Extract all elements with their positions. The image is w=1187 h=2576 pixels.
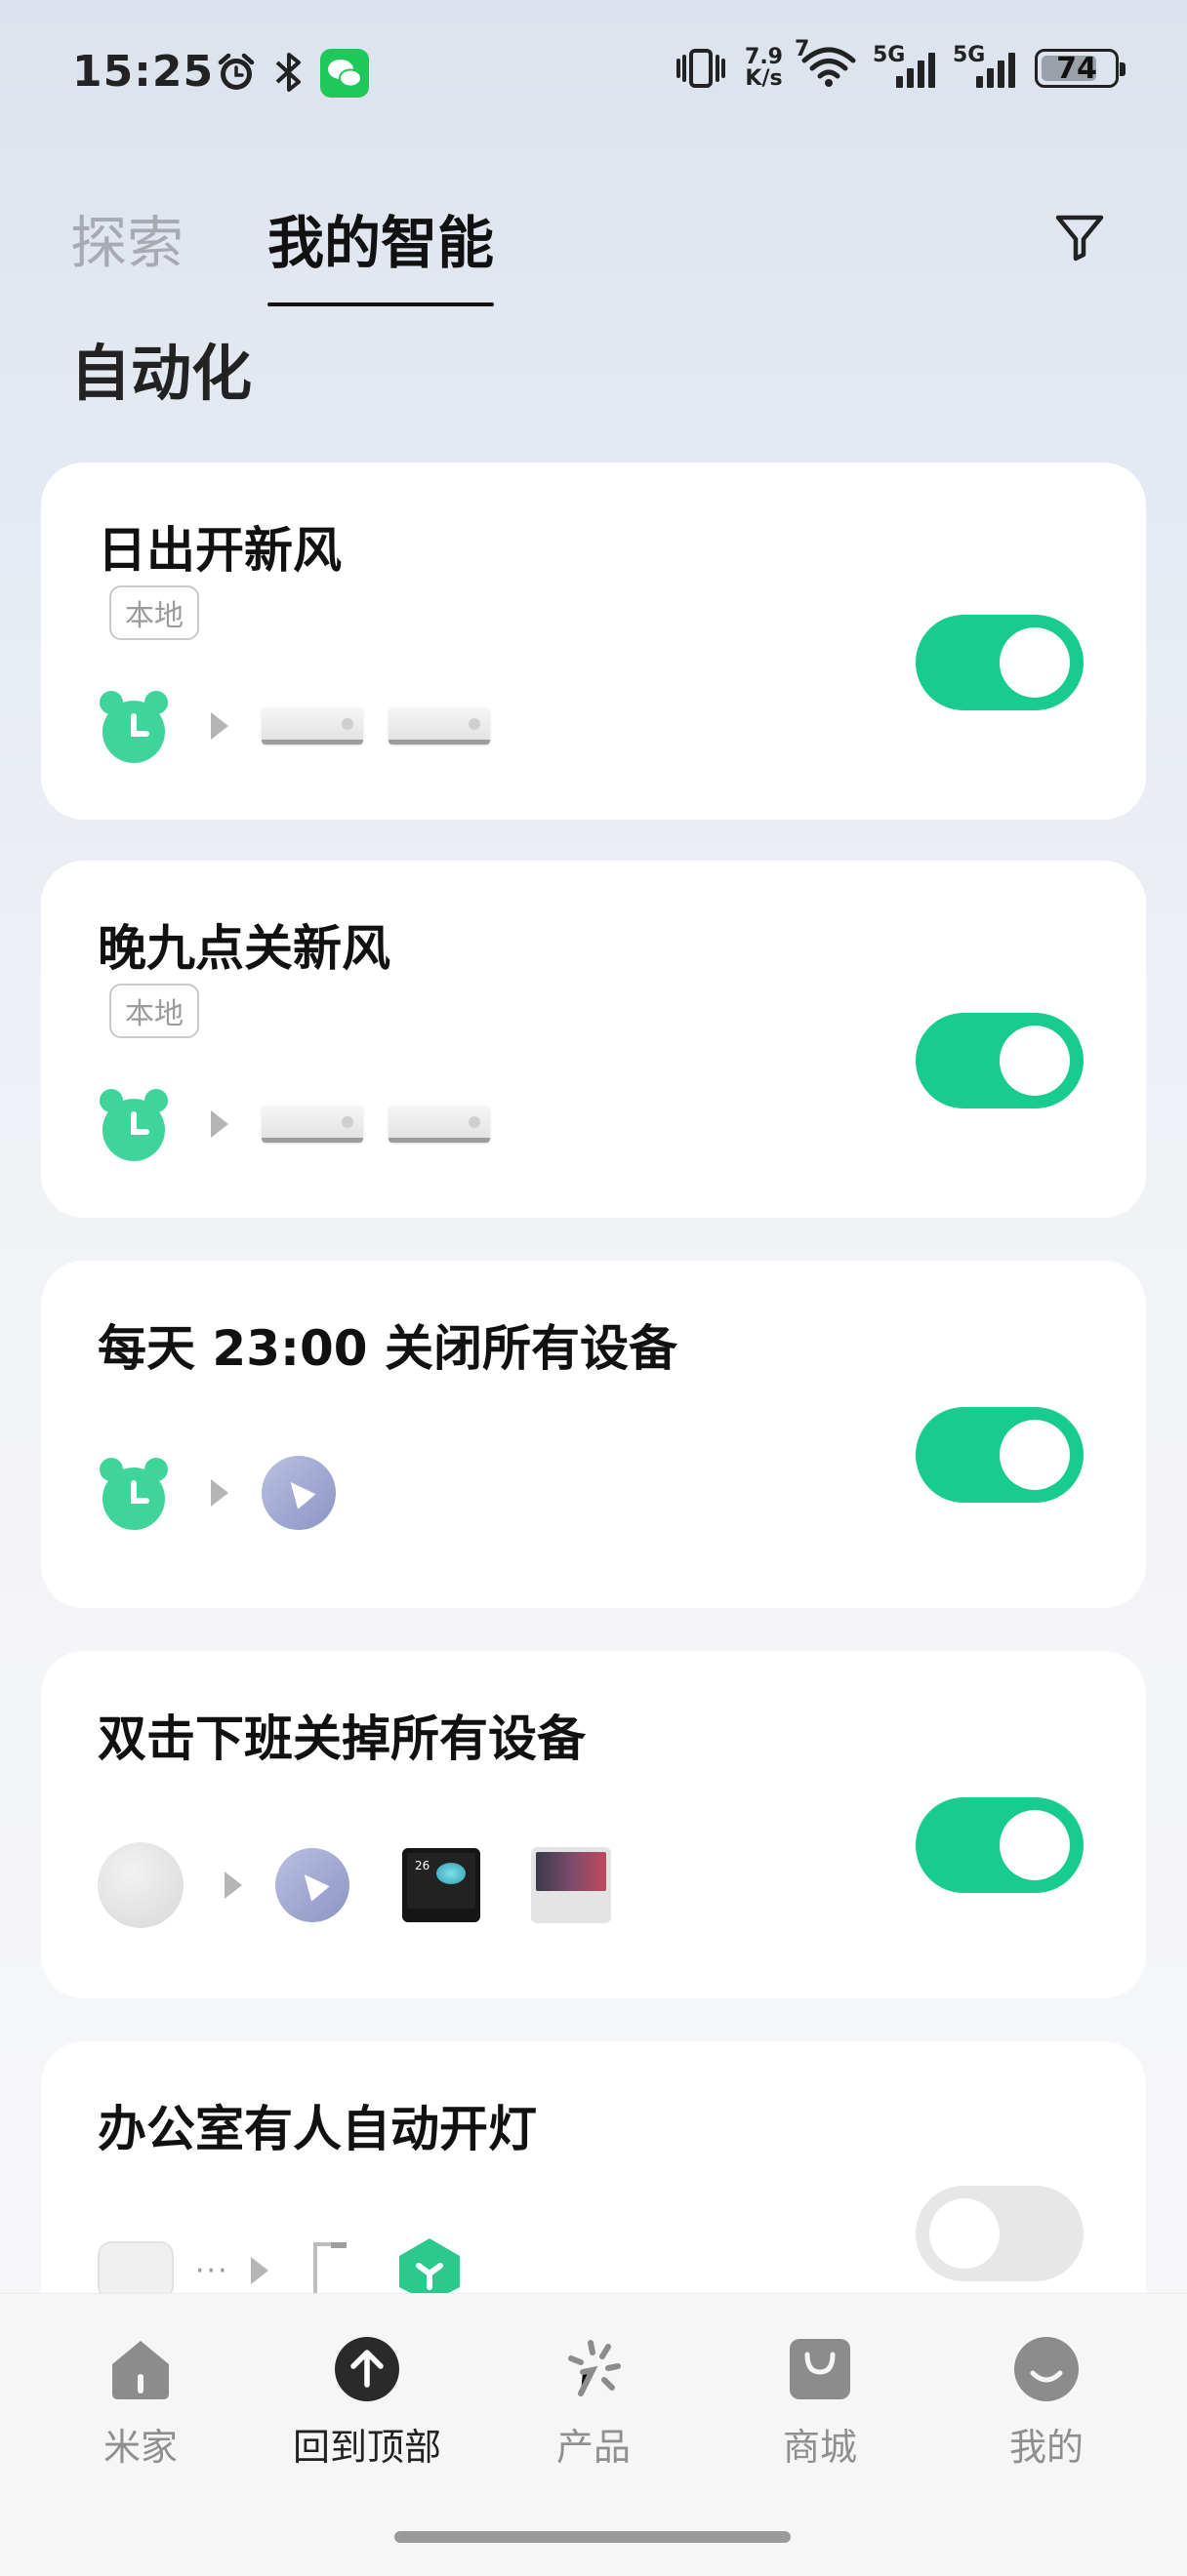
- automation-toggle[interactable]: [916, 615, 1084, 710]
- automation-card[interactable]: 双击下班关掉所有设备 26: [41, 1651, 1146, 1998]
- air-purifier-device: [389, 707, 490, 745]
- alarm-clock-icon: [100, 1458, 168, 1530]
- automation-card[interactable]: 晚九点关新风 本地: [41, 861, 1146, 1218]
- alarm-clock-icon: [100, 691, 168, 763]
- local-badge: 本地: [109, 984, 199, 1038]
- automation-toggle[interactable]: [916, 1013, 1084, 1108]
- automation-flow: [98, 687, 515, 765]
- tab-explore[interactable]: 探索: [70, 197, 184, 279]
- net-speed: 7.9 K/s: [745, 45, 783, 91]
- smart-panel-dark-device: 26: [402, 1848, 480, 1922]
- bluetooth-icon: [275, 53, 301, 92]
- automation-toggle[interactable]: [916, 1407, 1084, 1503]
- motion-sensor-device: [98, 2241, 174, 2300]
- tab-my-smart[interactable]: 我的智能: [267, 197, 494, 279]
- filter-icon: [1055, 215, 1104, 262]
- nav-home[interactable]: 米家: [53, 2335, 228, 2471]
- automation-toggle[interactable]: [916, 1797, 1084, 1893]
- home-indicator[interactable]: [394, 2531, 791, 2543]
- wechat-icon: [320, 49, 369, 98]
- smart-panel-light-device: [531, 1847, 611, 1923]
- nav-products[interactable]: 产品: [506, 2335, 681, 2471]
- wifi-indicator: 7: [795, 39, 857, 92]
- section-title: 自动化: [70, 338, 253, 409]
- automation-title: 晚九点关新风: [98, 920, 390, 977]
- arrow-up-circle-icon: [335, 2337, 399, 2401]
- manual-scene-icon: [275, 1848, 349, 1922]
- automation-flow: [98, 1085, 515, 1163]
- status-right: 7.9 K/s 7 5G 5G 74: [675, 39, 1126, 92]
- air-purifier-device: [262, 1106, 363, 1143]
- wireless-switch-device: [98, 1842, 184, 1928]
- shopping-bag-icon: [790, 2339, 850, 2399]
- status-bar: 15:25 7.9 K/s 7 5G 5G 74: [0, 0, 1187, 146]
- arrow-icon: [225, 1872, 242, 1899]
- automation-title: 办公室有人自动开灯: [98, 2101, 537, 2157]
- automation-title: 日出开新风: [98, 522, 342, 579]
- automation-title: 每天 23:00 关闭所有设备: [98, 1320, 677, 1377]
- nav-back-to-top[interactable]: 回到顶部: [279, 2335, 455, 2471]
- signal-2: 5G: [953, 43, 1017, 88]
- alarm-status-icon: [218, 53, 255, 90]
- nav-mine[interactable]: 我的: [959, 2335, 1134, 2471]
- battery-indicator: 74: [1035, 49, 1126, 88]
- arrow-icon: [211, 1110, 228, 1138]
- arrow-icon: [211, 712, 228, 740]
- arrow-icon: [250, 2257, 268, 2284]
- smile-icon: [1014, 2337, 1079, 2401]
- vibrate-icon: [676, 49, 726, 88]
- sparkle-icon: [568, 2340, 621, 2396]
- status-time: 15:25: [72, 47, 215, 97]
- automation-toggle[interactable]: [916, 2186, 1084, 2281]
- nav-mall[interactable]: 商城: [732, 2335, 908, 2471]
- more-dots-icon: ···: [195, 2253, 229, 2288]
- signal-1: 5G: [873, 43, 937, 88]
- automation-card[interactable]: 日出开新风 本地: [41, 463, 1146, 820]
- arrow-icon: [211, 1479, 228, 1507]
- local-badge: 本地: [109, 585, 199, 640]
- automation-flow: [98, 1454, 389, 1532]
- tab-underline: [267, 302, 494, 306]
- filter-button[interactable]: [1044, 207, 1115, 267]
- automation-flow: 26: [98, 1842, 611, 1928]
- air-purifier-device: [262, 707, 363, 745]
- automation-card[interactable]: 每天 23:00 关闭所有设备: [41, 1261, 1146, 1608]
- home-icon: [112, 2341, 169, 2399]
- manual-scene-icon: [262, 1456, 336, 1530]
- alarm-clock-icon: [100, 1089, 168, 1161]
- air-purifier-device: [389, 1106, 490, 1143]
- automation-title: 双击下班关掉所有设备: [98, 1711, 586, 1767]
